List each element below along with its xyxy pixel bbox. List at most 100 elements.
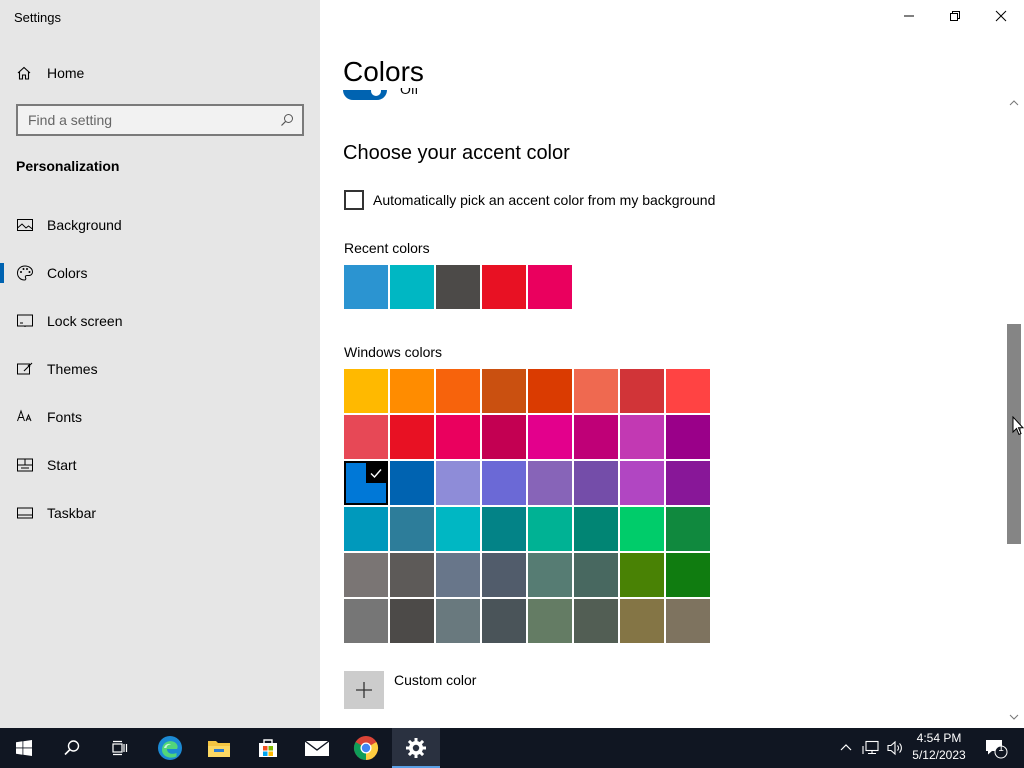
custom-color-label[interactable]: Custom color xyxy=(394,672,476,688)
picture-icon xyxy=(16,216,34,234)
windows-color-swatch[interactable] xyxy=(666,461,710,505)
windows-color-swatch[interactable] xyxy=(482,507,526,551)
windows-color-swatch[interactable] xyxy=(390,369,434,413)
windows-color-swatch[interactable] xyxy=(390,553,434,597)
windows-color-swatch[interactable] xyxy=(620,599,664,643)
store-button[interactable] xyxy=(244,728,292,768)
windows-color-swatch[interactable] xyxy=(528,599,572,643)
windows-color-swatch[interactable] xyxy=(666,553,710,597)
chevron-up-icon xyxy=(840,744,852,751)
windows-color-swatch[interactable] xyxy=(666,369,710,413)
show-hidden-icons-button[interactable] xyxy=(836,728,856,768)
fonts-icon xyxy=(16,408,34,426)
close-button[interactable] xyxy=(978,0,1024,32)
windows-color-swatch[interactable] xyxy=(436,507,480,551)
windows-color-swatch[interactable] xyxy=(390,599,434,643)
windows-color-swatch[interactable] xyxy=(390,507,434,551)
windows-color-swatch[interactable] xyxy=(574,461,618,505)
restore-button[interactable] xyxy=(932,0,978,32)
windows-color-swatch[interactable] xyxy=(528,369,572,413)
windows-color-swatch[interactable] xyxy=(666,415,710,459)
sidebar-item-taskbar[interactable]: Taskbar xyxy=(0,493,320,533)
windows-color-swatch[interactable] xyxy=(574,369,618,413)
search-input[interactable] xyxy=(28,111,268,129)
windows-color-swatch[interactable] xyxy=(482,415,526,459)
windows-start-icon xyxy=(16,740,32,756)
search-icon[interactable] xyxy=(280,113,294,127)
sidebar-item-fonts[interactable]: Fonts xyxy=(0,397,320,437)
sidebar-item-colors[interactable]: Colors xyxy=(0,253,320,293)
search-taskbar-button[interactable] xyxy=(48,728,96,768)
windows-color-swatch[interactable] xyxy=(344,415,388,459)
edge-button[interactable] xyxy=(146,728,194,768)
action-center-button[interactable]: 1 xyxy=(976,728,1016,768)
windows-color-swatch[interactable] xyxy=(620,461,664,505)
chrome-button[interactable] xyxy=(342,728,390,768)
home-nav-item[interactable]: Home xyxy=(16,62,84,84)
windows-color-swatch[interactable] xyxy=(482,461,526,505)
windows-colors-label: Windows colors xyxy=(344,344,443,360)
windows-color-swatch[interactable] xyxy=(620,507,664,551)
windows-color-swatch[interactable] xyxy=(436,553,480,597)
windows-color-swatch[interactable] xyxy=(666,507,710,551)
windows-color-swatch[interactable] xyxy=(482,553,526,597)
windows-color-swatch[interactable] xyxy=(528,415,572,459)
auto-pick-checkbox[interactable] xyxy=(344,190,364,210)
network-button[interactable] xyxy=(860,728,882,768)
sidebar-item-lock-screen[interactable]: Lock screen xyxy=(0,301,320,341)
windows-color-swatch[interactable] xyxy=(436,461,480,505)
windows-color-swatch[interactable] xyxy=(390,415,434,459)
clock-time: 4:54 PM xyxy=(916,731,962,745)
plus-icon xyxy=(356,682,372,698)
scroll-down-arrow-icon[interactable] xyxy=(1009,712,1019,722)
window-controls xyxy=(886,0,1024,32)
start-button[interactable] xyxy=(0,728,48,768)
custom-color-button[interactable] xyxy=(344,671,384,709)
file-explorer-button[interactable] xyxy=(195,728,243,768)
windows-color-swatch[interactable] xyxy=(436,599,480,643)
windows-color-swatch[interactable] xyxy=(620,415,664,459)
volume-button[interactable] xyxy=(884,728,906,768)
windows-color-swatch[interactable] xyxy=(344,599,388,643)
content-pane: Colors Off Choose your accent color Auto… xyxy=(320,0,1024,728)
recent-color-swatch[interactable] xyxy=(482,265,526,309)
windows-color-swatch[interactable] xyxy=(620,553,664,597)
windows-color-swatch[interactable] xyxy=(574,599,618,643)
task-view-button[interactable] xyxy=(96,728,144,768)
sidebar-item-label: Lock screen xyxy=(47,313,123,329)
clock[interactable]: 4:54 PM 5/12/2023 xyxy=(906,730,972,766)
windows-color-swatch[interactable] xyxy=(574,415,618,459)
windows-color-swatch[interactable] xyxy=(528,553,572,597)
windows-color-swatch[interactable] xyxy=(482,369,526,413)
windows-color-swatch[interactable] xyxy=(528,507,572,551)
vertical-scrollbar[interactable] xyxy=(1007,96,1021,728)
windows-color-swatch[interactable] xyxy=(574,553,618,597)
windows-color-swatch[interactable] xyxy=(482,599,526,643)
windows-color-swatch[interactable] xyxy=(436,415,480,459)
recent-color-swatch[interactable] xyxy=(436,265,480,309)
search-box[interactable] xyxy=(16,104,304,136)
notification-count: 1 xyxy=(998,743,1004,754)
recent-color-swatch[interactable] xyxy=(390,265,434,309)
minimize-button[interactable] xyxy=(886,0,932,32)
windows-color-swatch[interactable] xyxy=(344,461,388,505)
windows-color-swatch[interactable] xyxy=(620,369,664,413)
scroll-up-arrow-icon[interactable] xyxy=(1009,98,1019,108)
mail-button[interactable] xyxy=(293,728,341,768)
sidebar-item-themes[interactable]: Themes xyxy=(0,349,320,389)
transparency-toggle[interactable] xyxy=(343,90,387,102)
windows-color-swatch[interactable] xyxy=(390,461,434,505)
windows-color-swatch[interactable] xyxy=(528,461,572,505)
windows-color-swatch[interactable] xyxy=(666,599,710,643)
recent-color-swatch[interactable] xyxy=(528,265,572,309)
windows-color-swatch[interactable] xyxy=(344,369,388,413)
windows-color-swatch[interactable] xyxy=(574,507,618,551)
settings-taskbar-button[interactable] xyxy=(392,728,440,768)
sidebar-item-start[interactable]: Start xyxy=(0,445,320,485)
recent-color-swatch[interactable] xyxy=(344,265,388,309)
sidebar-item-background[interactable]: Background xyxy=(0,205,320,245)
windows-color-swatch[interactable] xyxy=(344,507,388,551)
windows-color-swatch[interactable] xyxy=(436,369,480,413)
auto-pick-accent-row[interactable]: Automatically pick an accent color from … xyxy=(344,190,715,210)
windows-color-swatch[interactable] xyxy=(344,553,388,597)
